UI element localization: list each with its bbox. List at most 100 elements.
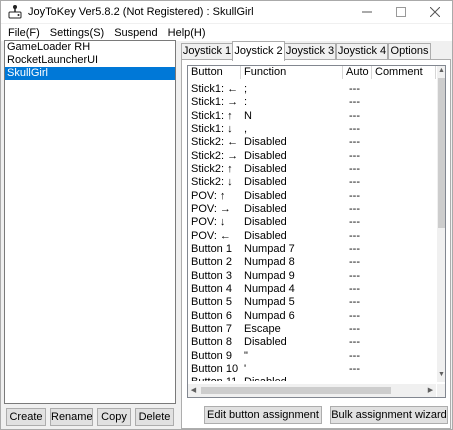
table-row[interactable]: Button 6 Numpad 6 --- xyxy=(188,310,436,323)
cell-auto: --- xyxy=(349,162,360,175)
table-row[interactable]: Stick1: ↑ N --- xyxy=(188,110,436,123)
tab-joystick-1[interactable]: Joystick 1 xyxy=(181,43,233,60)
joystick-2-panel: Button Function Auto Comment Stick1: ←; -… xyxy=(181,59,451,429)
cell-button: Button 10 xyxy=(191,362,239,375)
config-item-rocketlauncher[interactable]: RocketLauncherUI xyxy=(5,54,175,67)
cell-function: Numpad 6 xyxy=(244,309,295,322)
table-row[interactable]: Button 11 Disabled --- xyxy=(188,376,436,381)
vertical-scrollbar[interactable]: ▲ ▼ xyxy=(437,66,445,382)
close-button[interactable] xyxy=(418,1,452,23)
cell-function: " xyxy=(244,349,248,362)
cell-button: POV: ← xyxy=(191,229,231,242)
table-row[interactable]: Stick2: → Disabled --- xyxy=(188,150,436,163)
cell-function: Disabled xyxy=(244,336,287,349)
cell-button: Stick1: ↑ xyxy=(191,109,233,122)
cell-auto: --- xyxy=(349,202,360,215)
menu-bar: File(F) Settings(S) Suspend Help(H) xyxy=(1,24,452,41)
menu-settings[interactable]: Settings(S) xyxy=(45,27,109,39)
cell-function: , xyxy=(244,122,248,135)
table-row[interactable]: Button 7 Escape --- xyxy=(188,323,436,336)
table-row[interactable]: Button 5 Numpad 5 --- xyxy=(188,296,436,309)
cell-button: Button 11 xyxy=(191,376,237,381)
rename-button[interactable]: Rename xyxy=(50,408,93,426)
window-title: JoyToKey Ver5.8.2 (Not Registered) : Sku… xyxy=(28,6,254,18)
cell-auto: --- xyxy=(349,122,360,135)
table-row[interactable]: Stick2: ↑ Disabled --- xyxy=(188,163,436,176)
cell-button: Stick2: ↑ xyxy=(191,162,233,175)
config-item-skullgirl[interactable]: SkullGirl xyxy=(5,67,175,80)
table-row[interactable]: Button 8 Disabled --- xyxy=(188,336,436,349)
cell-function: Disabled xyxy=(244,202,287,215)
table-row[interactable]: Button 10 ' --- xyxy=(188,363,436,376)
cell-button: Stick2: ↓ xyxy=(191,176,233,189)
table-row[interactable]: Stick2: ↓ Disabled --- xyxy=(188,176,436,189)
cell-button: POV: ↑ xyxy=(191,189,226,202)
cell-auto: --- xyxy=(349,256,360,269)
scroll-up-icon[interactable]: ▲ xyxy=(437,66,445,76)
cell-function: Disabled xyxy=(244,136,287,149)
edit-button-assignment-button[interactable]: Edit button assignment xyxy=(204,406,322,424)
table-row[interactable]: Stick1: ←; --- xyxy=(188,83,436,96)
cell-auto: --- xyxy=(349,362,360,375)
config-list[interactable]: GameLoader RH RocketLauncherUI SkullGirl xyxy=(4,40,176,404)
table-row[interactable]: Button 1 Numpad 7 --- xyxy=(188,243,436,256)
cell-button: Button 4 xyxy=(191,282,232,295)
column-header-function[interactable]: Function xyxy=(241,66,343,79)
table-row[interactable]: Button 4 Numpad 4 --- xyxy=(188,283,436,296)
create-button[interactable]: Create xyxy=(6,408,46,426)
cell-function: Numpad 5 xyxy=(244,296,295,309)
tab-options[interactable]: Options xyxy=(388,43,431,60)
copy-button[interactable]: Copy xyxy=(97,408,131,426)
bulk-assignment-wizard-button[interactable]: Bulk assignment wizard xyxy=(330,406,448,424)
column-header-button[interactable]: Button xyxy=(188,66,241,79)
table-row[interactable]: Button 2 Numpad 8 --- xyxy=(188,256,436,269)
scroll-right-icon[interactable]: ▶ xyxy=(425,384,436,397)
cell-function: Disabled xyxy=(244,149,287,162)
scroll-left-icon[interactable]: ◀ xyxy=(188,384,199,397)
vertical-scroll-thumb[interactable] xyxy=(438,78,445,228)
delete-button[interactable]: Delete xyxy=(135,408,174,426)
assignment-grid[interactable]: Button Function Auto Comment Stick1: ←; -… xyxy=(187,65,446,398)
cell-function: N xyxy=(244,109,252,122)
table-row[interactable]: Stick1: ↓, --- xyxy=(188,123,436,136)
cell-button: POV: → xyxy=(191,202,231,215)
cell-function: Disabled xyxy=(244,229,287,242)
title-bar[interactable]: JoyToKey Ver5.8.2 (Not Registered) : Sku… xyxy=(1,1,452,23)
menu-file[interactable]: File(F) xyxy=(3,27,45,39)
cell-function: ; xyxy=(244,83,248,95)
maximize-button[interactable] xyxy=(384,1,418,23)
horizontal-scrollbar[interactable]: ◀ ▶ xyxy=(188,384,436,397)
table-row[interactable]: Button 9 " --- xyxy=(188,350,436,363)
column-header-auto[interactable]: Auto xyxy=(343,66,372,79)
table-row[interactable]: POV: → Disabled --- xyxy=(188,203,436,216)
minimize-button[interactable] xyxy=(350,1,384,23)
cell-function: Numpad 4 xyxy=(244,282,295,295)
cell-button: Button 8 xyxy=(191,336,232,349)
cell-function: Disabled xyxy=(244,162,287,175)
cell-function: Numpad 8 xyxy=(244,256,295,269)
table-row[interactable]: POV: ↓ Disabled --- xyxy=(188,216,436,229)
table-row[interactable]: POV: ↑ Disabled --- xyxy=(188,190,436,203)
horizontal-scroll-thumb[interactable] xyxy=(201,387,391,394)
menu-suspend[interactable]: Suspend xyxy=(109,27,162,39)
config-item-gameloader[interactable]: GameLoader RH xyxy=(5,41,175,54)
scroll-down-icon[interactable]: ▼ xyxy=(437,370,445,380)
table-row[interactable]: POV: ← Disabled --- xyxy=(188,230,436,243)
maximize-icon xyxy=(396,7,406,17)
cell-auto: --- xyxy=(349,282,360,295)
tab-joystick-4[interactable]: Joystick 4 xyxy=(336,43,388,60)
tab-joystick-2[interactable]: Joystick 2 xyxy=(232,41,285,61)
table-row[interactable]: Stick2: ← Disabled --- xyxy=(188,136,436,149)
cell-auto: --- xyxy=(349,269,360,282)
table-row[interactable]: Stick1: →: --- xyxy=(188,96,436,109)
menu-help[interactable]: Help(H) xyxy=(163,27,211,39)
cell-button: Button 6 xyxy=(191,309,232,322)
cell-auto: --- xyxy=(349,296,360,309)
column-header-comment[interactable]: Comment xyxy=(372,66,436,79)
cell-button: Stick1: → xyxy=(191,96,239,109)
cell-auto: --- xyxy=(349,242,360,255)
table-row[interactable]: Button 3 Numpad 9 --- xyxy=(188,270,436,283)
tab-joystick-3[interactable]: Joystick 3 xyxy=(284,43,336,60)
cell-button: Button 1 xyxy=(191,242,232,255)
cell-button: Stick2: → xyxy=(191,149,239,162)
